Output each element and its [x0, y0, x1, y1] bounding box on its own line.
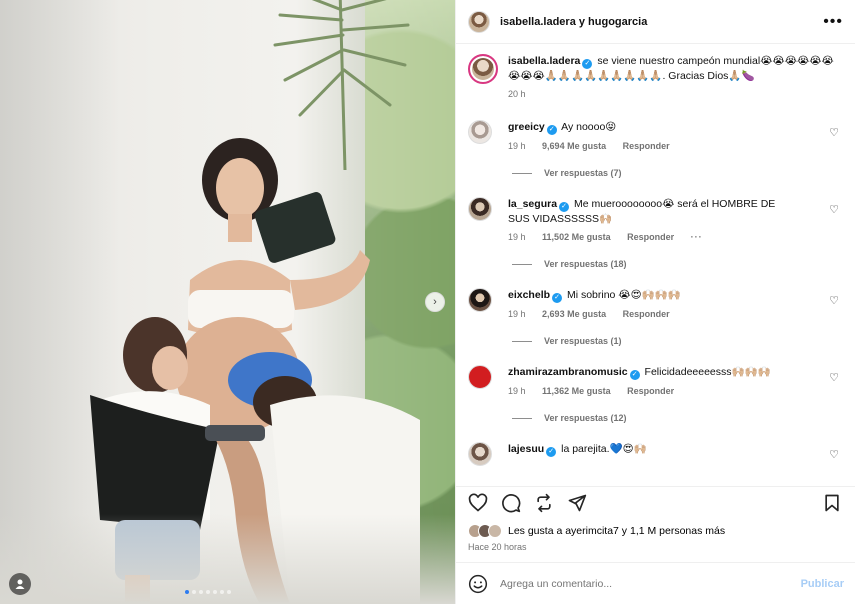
- comment-item: lajesuu ✓ la parejita.💙😍🙌🏼 ♡: [468, 442, 843, 466]
- comment-username[interactable]: eixchelb: [508, 289, 550, 301]
- comment-time: 19 h: [508, 141, 526, 151]
- comment-options-icon[interactable]: ···: [691, 232, 703, 242]
- comment-avatar[interactable]: [468, 197, 492, 221]
- verified-icon: ✓: [582, 59, 593, 69]
- comment-time: 19 h: [508, 309, 526, 319]
- view-replies[interactable]: Ver respuestas (18): [512, 259, 843, 269]
- carousel-dot: [213, 590, 217, 594]
- comment-username[interactable]: la_segura: [508, 198, 557, 210]
- comment-time: 19 h: [508, 386, 526, 396]
- comments-list[interactable]: isabella.ladera ✓ se viene nuestro campeó…: [456, 44, 855, 484]
- liker-avatar: [488, 524, 502, 538]
- comment-text: Felicidadeeeeesss🙌🏼🙌🏼🙌🏼: [644, 366, 771, 378]
- caption-avatar[interactable]: [468, 54, 498, 84]
- comment-item: eixchelb ✓ Mi sobrino 😭😍🙌🏼🙌🏼🙌🏼 19 h 2,693…: [468, 288, 843, 321]
- caption-time: 20 h: [508, 89, 526, 99]
- comment-avatar[interactable]: [468, 288, 492, 312]
- comment-avatar[interactable]: [468, 365, 492, 389]
- caption-username[interactable]: isabella.ladera: [508, 55, 580, 67]
- carousel-dots: [185, 590, 231, 594]
- comment-text: la parejita.💙😍🙌🏼: [561, 443, 647, 455]
- comment-body: la_segura ✓ Me mueroooooooo😭 será el HOMB…: [508, 197, 798, 244]
- view-replies[interactable]: Ver respuestas (7): [512, 168, 843, 178]
- post-sidebar: isabella.ladera y hugogarcia ••• isabell…: [455, 0, 855, 604]
- comment-likes[interactable]: 11,362 Me gusta: [542, 386, 611, 396]
- add-comment-bar: Publicar: [456, 562, 855, 604]
- reply-button[interactable]: Responder: [627, 386, 674, 396]
- heart-icon[interactable]: [468, 493, 488, 513]
- carousel-dot: [220, 590, 224, 594]
- verified-icon: ✓: [559, 202, 570, 212]
- verified-icon: ✓: [552, 293, 563, 303]
- carousel-next-button[interactable]: ›: [425, 292, 445, 312]
- carousel-dot: [199, 590, 203, 594]
- share-icon[interactable]: [567, 493, 587, 513]
- carousel-dot: [192, 590, 196, 594]
- ellipsis-icon[interactable]: •••: [823, 13, 843, 31]
- carousel-dot: [185, 590, 189, 594]
- post-photo[interactable]: ›: [0, 0, 455, 604]
- comment-item: la_segura ✓ Me mueroooooooo😭 será el HOMB…: [468, 197, 843, 244]
- heart-icon[interactable]: ♡: [829, 126, 839, 139]
- reply-button[interactable]: Responder: [623, 141, 670, 151]
- comment-avatar[interactable]: [468, 442, 492, 466]
- verified-icon: ✓: [546, 447, 557, 457]
- comment-item: greeicy ✓ Ay noooo😝 19 h 9,694 Me gusta R…: [468, 120, 843, 153]
- carousel-dot: [227, 590, 231, 594]
- comment-likes[interactable]: 11,502 Me gusta: [542, 232, 611, 242]
- post-authors[interactable]: isabella.ladera y hugogarcia: [500, 16, 647, 28]
- heart-icon[interactable]: ♡: [829, 371, 839, 384]
- caption: isabella.ladera ✓ se viene nuestro campeó…: [468, 54, 843, 101]
- reply-button[interactable]: Responder: [623, 309, 670, 319]
- author-avatar[interactable]: [468, 10, 490, 33]
- comment-username[interactable]: zhamirazambranomusic: [508, 366, 628, 378]
- comment-body: lajesuu ✓ la parejita.💙😍🙌🏼: [508, 442, 798, 457]
- heart-icon[interactable]: ♡: [829, 203, 839, 216]
- comment-username[interactable]: greeicy: [508, 121, 545, 133]
- reply-button[interactable]: Responder: [627, 232, 674, 242]
- view-replies[interactable]: Ver respuestas (1): [512, 336, 843, 346]
- bookmark-icon[interactable]: [822, 493, 842, 513]
- comment-icon[interactable]: [501, 493, 521, 513]
- comment-likes[interactable]: 2,693 Me gusta: [542, 309, 606, 319]
- comment-text: Ay noooo😝: [561, 121, 617, 133]
- repost-icon[interactable]: [534, 493, 554, 513]
- comment-text: Mi sobrino 😭😍🙌🏼🙌🏼🙌🏼: [566, 289, 681, 301]
- heart-icon[interactable]: ♡: [829, 448, 839, 461]
- chevron-right-icon: ›: [433, 296, 437, 308]
- comment-input[interactable]: [500, 577, 801, 590]
- comment-body: greeicy ✓ Ay noooo😝 19 h 9,694 Me gusta R…: [508, 120, 798, 153]
- comment-item: zhamirazambranomusic ✓ Felicidadeeeeesss🙌…: [468, 365, 843, 398]
- post-actions: Les gusta a ayerimcita7 y 1,1 M personas…: [456, 486, 855, 558]
- publish-button[interactable]: Publicar: [801, 578, 844, 590]
- caption-body: isabella.ladera ✓ se viene nuestro campeó…: [508, 54, 843, 101]
- comment-username[interactable]: lajesuu: [508, 443, 544, 455]
- likes-summary[interactable]: Les gusta a ayerimcita7 y 1,1 M personas…: [468, 524, 844, 538]
- heart-icon[interactable]: ♡: [829, 294, 839, 307]
- action-icons: [468, 490, 844, 516]
- likes-text: Les gusta a ayerimcita7 y 1,1 M personas…: [508, 525, 726, 537]
- comment-avatar[interactable]: [468, 120, 492, 144]
- carousel-dot: [206, 590, 210, 594]
- post-header: isabella.ladera y hugogarcia •••: [456, 0, 855, 44]
- comment-body: eixchelb ✓ Mi sobrino 😭😍🙌🏼🙌🏼🙌🏼 19 h 2,693…: [508, 288, 798, 321]
- comment-body: zhamirazambranomusic ✓ Felicidadeeeeesss🙌…: [508, 365, 798, 398]
- comment-time: 19 h: [508, 232, 526, 242]
- tagged-user-icon[interactable]: [9, 573, 31, 595]
- view-replies[interactable]: Ver respuestas (12): [512, 413, 843, 423]
- verified-icon: ✓: [629, 370, 640, 380]
- comment-likes[interactable]: 9,694 Me gusta: [542, 141, 606, 151]
- posted-time: Hace 20 horas: [468, 542, 527, 552]
- verified-icon: ✓: [546, 125, 557, 135]
- emoji-icon[interactable]: [468, 574, 488, 594]
